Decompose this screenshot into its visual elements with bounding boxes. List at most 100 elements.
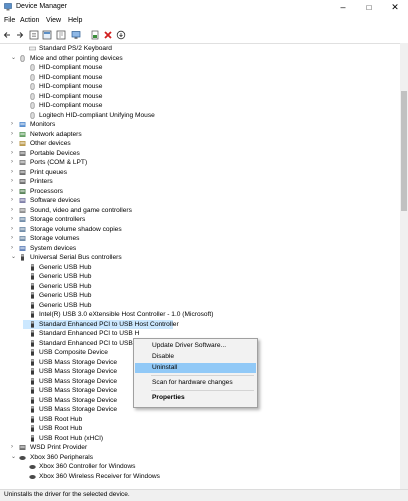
tree-category[interactable]: › Ports (COM & LPT) [11, 158, 391, 168]
tree-category[interactable]: › System devices [11, 244, 391, 254]
context-separator [151, 390, 254, 391]
tree-item-label: HID-compliant mouse [39, 73, 103, 81]
tree-device[interactable]: Generic USB Hub [23, 291, 400, 301]
context-disable[interactable]: Disable [135, 352, 256, 362]
expand-arrow-icon[interactable]: › [11, 215, 17, 225]
expand-arrow-icon[interactable]: › [11, 158, 17, 168]
tree-category[interactable]: › Storage volumes [11, 234, 391, 244]
tree-device[interactable]: HID-compliant mouse [23, 63, 400, 73]
expand-arrow-icon[interactable]: › [11, 168, 17, 178]
mouse-category-icon [20, 54, 25, 62]
expand-arrow-icon[interactable]: › [11, 234, 17, 244]
usb-icon [31, 396, 34, 404]
context-update-driver[interactable]: Update Driver Software... [135, 341, 256, 351]
minimize-button[interactable]: – [330, 0, 356, 15]
maximize-button[interactable]: □ [356, 0, 382, 15]
tree-item-label: Storage controllers [30, 216, 86, 223]
tree-device[interactable]: HID-compliant mouse [23, 82, 400, 92]
tree-category[interactable]: ⌄ Mice and other pointing devices [11, 54, 391, 64]
tree-device[interactable]: USB Root Hub [23, 424, 400, 434]
expand-arrow-icon[interactable]: › [11, 187, 17, 197]
tree-item-label: USB Mass Storage Device [39, 396, 118, 404]
context-scan-hardware[interactable]: Scan for hardware changes [135, 378, 256, 388]
expand-arrow-icon[interactable]: › [11, 120, 17, 130]
expand-arrow-icon[interactable]: › [11, 149, 17, 159]
tree-category[interactable]: › Network adapters [11, 130, 391, 140]
help-icon[interactable] [56, 30, 66, 40]
context-uninstall[interactable]: Uninstall [135, 363, 256, 373]
tree-item-label: Standard Enhanced PCI to USB H [39, 339, 140, 347]
device-tree[interactable]: Standard PS/2 Keyboard ⌄ Mice and other po… [0, 43, 400, 489]
properties-icon[interactable] [29, 30, 39, 40]
scrollbar-thumb[interactable] [401, 91, 407, 211]
monitor-icon[interactable] [71, 30, 81, 40]
uninstall-icon[interactable] [103, 30, 113, 40]
expand-arrow-icon[interactable]: › [11, 225, 17, 235]
tree-device[interactable]: HID-compliant mouse [23, 92, 400, 102]
menu-file[interactable]: File [4, 17, 15, 24]
close-button[interactable]: ✕ [382, 0, 408, 15]
mouse-icon [30, 64, 35, 71]
tree-category[interactable]: › Sound, video and game controllers [11, 206, 391, 216]
tree-device[interactable]: Generic USB Hub [23, 263, 400, 273]
expand-arrow-icon[interactable]: › [11, 177, 17, 187]
tree-device[interactable]: Logitech HID-compliant Unifying Mouse [23, 111, 400, 121]
tree-device[interactable]: Generic USB Hub [23, 282, 400, 292]
tree-category[interactable]: › Processors [11, 187, 391, 197]
forward-icon[interactable] [14, 30, 24, 40]
tree-category[interactable]: › Software devices [11, 196, 391, 206]
tree-item-label: Standard PS/2 Keyboard [39, 45, 112, 52]
tree-category[interactable]: › Monitors [11, 120, 391, 130]
expand-arrow-icon[interactable]: › [11, 443, 17, 453]
tree-category[interactable]: ⌄ Universal Serial Bus controllers [11, 253, 391, 263]
usb-icon [31, 434, 34, 442]
collapse-arrow-icon[interactable]: ⌄ [11, 54, 17, 64]
title-bar: Device Manager – □ ✕ [0, 0, 408, 16]
tree-device[interactable]: HID-compliant mouse [23, 101, 400, 111]
expand-arrow-icon[interactable]: › [11, 244, 17, 254]
refresh-icon[interactable] [42, 30, 52, 40]
tree-category[interactable]: ⌄ Xbox 360 Peripherals [11, 453, 391, 463]
other-devices-icon [19, 141, 26, 146]
tree-device[interactable]: USB Root Hub [23, 415, 400, 425]
tree-category[interactable]: › WSD Print Provider [11, 443, 391, 453]
back-icon[interactable] [3, 30, 13, 40]
expand-arrow-icon[interactable]: › [11, 196, 17, 206]
tree-device[interactable]: Xbox 360 Wireless Receiver for Windows [23, 472, 400, 482]
tree-device[interactable]: Generic USB Hub [23, 272, 400, 282]
tree-device[interactable]: USB Root Hub (xHCI) [23, 434, 400, 444]
vertical-scrollbar[interactable] [400, 43, 408, 489]
usb-icon [31, 368, 34, 375]
tree-item-label: Generic USB Hub [39, 273, 92, 280]
tree-category[interactable]: › Print queues [11, 168, 391, 178]
tree-category[interactable]: › Printers [11, 177, 391, 187]
expand-arrow-icon[interactable]: › [11, 139, 17, 149]
tree-device[interactable]: Intel(R) USB 3.0 eXtensible Host Control… [23, 310, 400, 320]
scan-icon[interactable] [116, 30, 126, 40]
usb-icon [31, 292, 34, 299]
menu-view[interactable]: View [46, 17, 61, 24]
update-driver-icon[interactable] [90, 30, 100, 40]
tree-category[interactable]: › Other devices [11, 139, 391, 149]
tree-device[interactable]: Generic USB Hub [23, 301, 400, 311]
tree-category[interactable]: › Storage controllers [11, 215, 391, 225]
tree-category[interactable]: › Portable Devices [11, 149, 391, 159]
collapse-arrow-icon[interactable]: ⌄ [11, 453, 17, 463]
tree-item-label: USB Mass Storage Device [39, 406, 118, 413]
tree-device[interactable]: Standard Enhanced PCI to USB Host Contro… [23, 319, 179, 329]
expand-arrow-icon[interactable]: › [11, 206, 17, 216]
collapse-arrow-icon[interactable]: ⌄ [11, 253, 17, 263]
menu-action[interactable]: Action [20, 17, 39, 24]
mouse-icon [30, 73, 35, 81]
context-properties[interactable]: Properties [135, 393, 256, 403]
menu-help[interactable]: Help [68, 17, 82, 24]
tree-device[interactable]: Xbox 360 Controller for Windows [23, 462, 400, 472]
tree-item-label: System devices [30, 244, 77, 252]
tree-item-label: Mice and other pointing devices [30, 54, 123, 62]
tree-device[interactable]: HID-compliant mouse [23, 73, 400, 83]
mouse-icon [30, 83, 35, 90]
tree-device[interactable]: Standard PS/2 Keyboard [23, 44, 400, 54]
usb-icon [31, 349, 34, 356]
tree-category[interactable]: › Storage volume shadow copies [11, 225, 391, 235]
expand-arrow-icon[interactable]: › [11, 130, 17, 140]
